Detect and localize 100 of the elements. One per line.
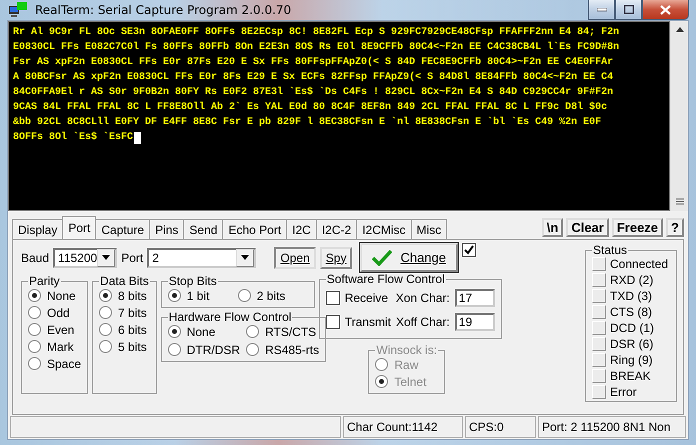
group-title: Hardware Flow Control [168, 310, 292, 324]
radio-button[interactable] [28, 289, 41, 302]
radio-option[interactable]: DTR/DSR [168, 342, 240, 357]
window-title: RealTerm: Serial Capture Program 2.0.0.70 [35, 3, 292, 17]
radio-option[interactable]: 6 bits [99, 322, 150, 337]
radio-button[interactable] [28, 357, 41, 370]
char-label: Xon Char: [396, 291, 450, 305]
radio-button[interactable] [28, 323, 41, 336]
checkbox[interactable] [326, 315, 340, 329]
group-title: Status [592, 243, 628, 257]
status-label: CTS (8) [610, 304, 652, 318]
status-label: BREAK [610, 368, 651, 382]
option-label: 8 bits [118, 288, 147, 302]
status-text: Char Count:1142 [343, 416, 463, 438]
status-text: Port: 2 115200 8N1 Non [538, 416, 686, 438]
group-title: Software Flow Control [326, 272, 446, 286]
radio-option[interactable]: RTS/CTS [246, 324, 320, 339]
radio-option[interactable]: None [168, 324, 240, 339]
radio-option[interactable]: Space [28, 356, 82, 371]
tab[interactable]: Capture [95, 219, 150, 239]
option-label: Space [47, 356, 82, 370]
radio-button[interactable] [238, 289, 251, 302]
option-label: Odd [47, 306, 70, 320]
dropdown-arrow-icon [102, 255, 110, 260]
input-field[interactable]: 17 [454, 289, 495, 307]
close-button[interactable] [642, 0, 689, 20]
scroll-up-icon [676, 27, 684, 32]
option-label: DTR/DSR [186, 342, 240, 356]
group-title: Data Bits [99, 274, 150, 288]
tab[interactable]: Misc [410, 219, 448, 239]
checkbox-label: Receive [344, 291, 388, 305]
group-title: Parity [28, 274, 61, 288]
minimize-icon [596, 8, 606, 12]
group-title: Winsock is: [375, 343, 438, 357]
option-label: RTS/CTS [265, 324, 316, 338]
toolbar-button[interactable]: Clear [566, 218, 609, 237]
option-label: 6 bits [118, 322, 147, 336]
radio-option[interactable]: Odd [28, 305, 82, 320]
terminal-line: 84C0FFA9El r AS S0r 9F0B2n 80FY Rs E0F2 87E3l `Es$ `Ds C4Fs ! 829CL 8Cx~F2n E4 S 84D C929CC4r 9F#F2n [13, 86, 614, 100]
toolbar-button[interactable]: Freeze [612, 218, 664, 237]
open-button[interactable]: Open [274, 246, 316, 268]
text-cursor [134, 132, 142, 144]
terminal-line: &bb 92CL 8C8CLll E0FY DF E4FF 8E8C Fsr E pb 829F l 8EC38CFsn E `nl 8E838CFsn E `bl `Es C49 %2n E0F [13, 116, 602, 130]
tab[interactable]: Display [12, 219, 64, 239]
radio-button[interactable] [28, 340, 41, 353]
app-icon [9, 2, 27, 18]
radio-option[interactable]: 1 bit [168, 288, 232, 303]
status-label: RXD (2) [610, 272, 654, 286]
minimize-button[interactable] [588, 0, 615, 20]
radio-button[interactable] [28, 306, 41, 319]
baud-label: Baud [21, 250, 50, 264]
radio-button[interactable] [99, 340, 112, 353]
baud-dropdown[interactable]: 115200 [53, 248, 118, 268]
checkbox[interactable] [462, 243, 476, 257]
radio-button[interactable] [99, 289, 112, 302]
port-dropdown[interactable]: 2 [147, 248, 256, 268]
close-icon [660, 4, 671, 14]
radio-option[interactable]: RS485-rts [246, 342, 320, 357]
toolbar-button[interactable]: \n [542, 218, 564, 237]
tab[interactable]: Port [62, 216, 96, 239]
checkbox[interactable] [326, 291, 340, 305]
radio-option[interactable]: Mark [28, 339, 82, 354]
radio-button[interactable] [246, 343, 260, 356]
maximize-button[interactable] [615, 0, 642, 20]
radio-button[interactable] [99, 323, 112, 336]
spy-button[interactable]: Spy [320, 246, 352, 268]
radio-option[interactable]: 8 bits [99, 288, 150, 303]
radio-option[interactable]: 5 bits [99, 339, 150, 354]
radio-button[interactable] [246, 325, 260, 338]
scrollbar[interactable] [670, 21, 688, 211]
radio-button[interactable] [168, 325, 181, 338]
grip-icon [676, 198, 684, 205]
radio-option[interactable]: 2 bits [238, 288, 308, 303]
toolbar-button[interactable]: ? [666, 218, 684, 237]
option-label: Telnet [394, 374, 426, 388]
port-label: Port [121, 250, 144, 264]
option-label: 7 bits [118, 306, 147, 320]
radio-button[interactable] [99, 306, 112, 319]
maximize-icon [624, 5, 634, 14]
terminal-line: E0830CL FFs E082C7C0l Fs 80FFs 80FFb 8On E2E3n 8O$ Rs E0l 8E9CFFb 80C4<~F2n EE C4C38CB4L l`Es FC9D#8n [13, 40, 620, 55]
group-title: Stop Bits [168, 274, 218, 288]
option-label: Even [47, 322, 74, 336]
option-label: Raw [394, 358, 418, 372]
status-label: Error [610, 384, 637, 398]
radio-option[interactable]: 7 bits [99, 305, 150, 320]
option-label: None [186, 324, 216, 338]
radio-button[interactable] [168, 343, 181, 356]
dropdown-arrow-icon [241, 255, 250, 260]
status-label: DSR (6) [610, 336, 654, 350]
status-label: TXD (3) [610, 288, 652, 302]
input-field[interactable]: 19 [454, 313, 495, 331]
option-label: None [47, 288, 76, 302]
change-button[interactable]: Change [360, 243, 458, 272]
radio-button[interactable] [168, 289, 181, 302]
status-text: CPS:0 [465, 416, 536, 438]
terminal-line: A 80BCFsr AS xpF2n E0830CL FFs E0r 8Fs E29 E Sx ECFs 82FFsp FFApZ9(< S 84D8l 8E84FFb 80C4<~F2n EE C4 [13, 70, 614, 85]
terminal-line: 8OFFs 8Ol `Es$ `EsFC [13, 130, 134, 145]
radio-option[interactable]: Even [28, 322, 82, 337]
radio-option[interactable]: None [28, 288, 82, 303]
status-label: DCD (1) [610, 320, 654, 334]
